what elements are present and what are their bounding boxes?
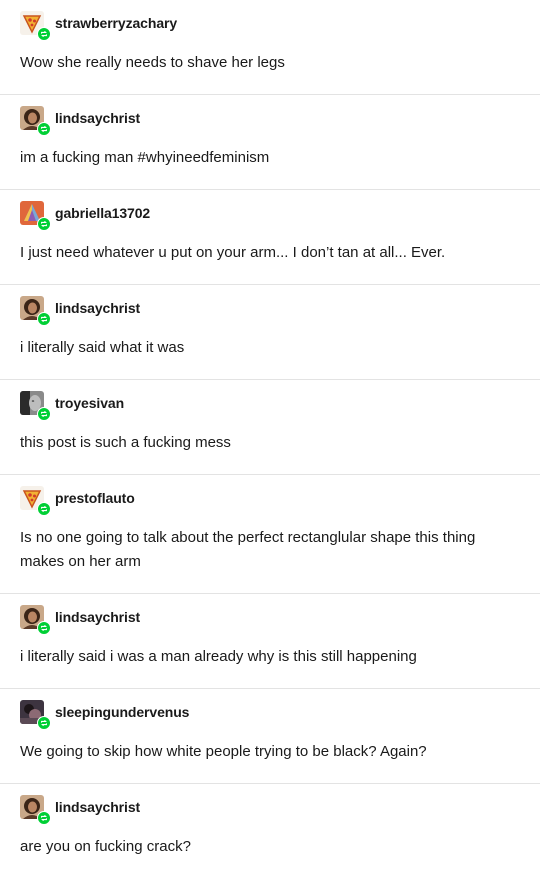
username-link[interactable]: prestoflauto xyxy=(55,490,135,506)
reblog-post: strawberryzachary Wow she really needs t… xyxy=(0,0,540,95)
avatar[interactable] xyxy=(20,605,51,635)
post-header: lindsaychrist xyxy=(20,105,520,136)
reblog-icon xyxy=(37,312,51,326)
reblog-post: troyesivan this post is such a fucking m… xyxy=(0,380,540,475)
username-link[interactable]: gabriella13702 xyxy=(55,205,150,221)
username-link[interactable]: lindsaychrist xyxy=(55,609,140,625)
post-text: Wow she really needs to shave her legs xyxy=(20,54,285,71)
post-header: prestoflauto xyxy=(20,485,520,516)
reblog-post: lindsaychrist are you on fucking crack? xyxy=(0,784,540,869)
avatar[interactable] xyxy=(20,795,51,825)
post-header: lindsaychrist xyxy=(20,295,520,326)
reblog-post: lindsaychrist i literally said what it w… xyxy=(0,285,540,380)
reblog-post: lindsaychrist i literally said i was a m… xyxy=(0,594,540,689)
avatar[interactable] xyxy=(20,296,51,326)
post-text: im a fucking man #whyineedfeminism xyxy=(20,149,270,166)
username-link[interactable]: strawberryzachary xyxy=(55,15,177,31)
reblog-icon xyxy=(37,122,51,136)
reblog-icon xyxy=(37,407,51,421)
post-text: i literally said what it was xyxy=(20,339,185,356)
avatar[interactable] xyxy=(20,106,51,136)
post-header: sleepingundervenus xyxy=(20,699,520,730)
username-link[interactable]: lindsaychrist xyxy=(55,300,140,316)
avatar[interactable] xyxy=(20,11,51,41)
reblog-post: lindsaychrist im a fucking man #whyineed… xyxy=(0,95,540,190)
post-header: lindsaychrist xyxy=(20,794,520,825)
reblog-post: gabriella13702 I just need whatever u pu… xyxy=(0,190,540,285)
username-link[interactable]: lindsaychrist xyxy=(55,110,140,126)
post-text: this post is such a fucking mess xyxy=(20,434,231,451)
post-text: I just need whatever u put on your arm..… xyxy=(20,244,446,261)
reblog-thread: strawberryzachary Wow she really needs t… xyxy=(0,0,540,869)
reblog-post: prestoflauto Is no one going to talk abo… xyxy=(0,475,540,594)
avatar[interactable] xyxy=(20,391,51,421)
username-link[interactable]: lindsaychrist xyxy=(55,799,140,815)
username-link[interactable]: sleepingundervenus xyxy=(55,704,189,720)
reblog-post: sleepingundervenus We going to skip how … xyxy=(0,689,540,784)
post-text: are you on fucking crack? xyxy=(20,838,191,855)
post-header: gabriella13702 xyxy=(20,200,520,231)
post-header: lindsaychrist xyxy=(20,604,520,635)
post-text: We going to skip how white people trying… xyxy=(20,743,427,760)
avatar[interactable] xyxy=(20,201,51,231)
avatar[interactable] xyxy=(20,486,51,516)
post-text: Is no one going to talk about the perfec… xyxy=(20,529,476,570)
post-header: strawberryzachary xyxy=(20,10,520,41)
reblog-icon xyxy=(37,621,51,635)
reblog-icon xyxy=(37,27,51,41)
reblog-icon xyxy=(37,811,51,825)
reblog-icon xyxy=(37,716,51,730)
reblog-icon xyxy=(37,502,51,516)
post-header: troyesivan xyxy=(20,390,520,421)
username-link[interactable]: troyesivan xyxy=(55,395,124,411)
post-text: i literally said i was a man already why… xyxy=(20,648,417,665)
reblog-icon xyxy=(37,217,51,231)
avatar[interactable] xyxy=(20,700,51,730)
